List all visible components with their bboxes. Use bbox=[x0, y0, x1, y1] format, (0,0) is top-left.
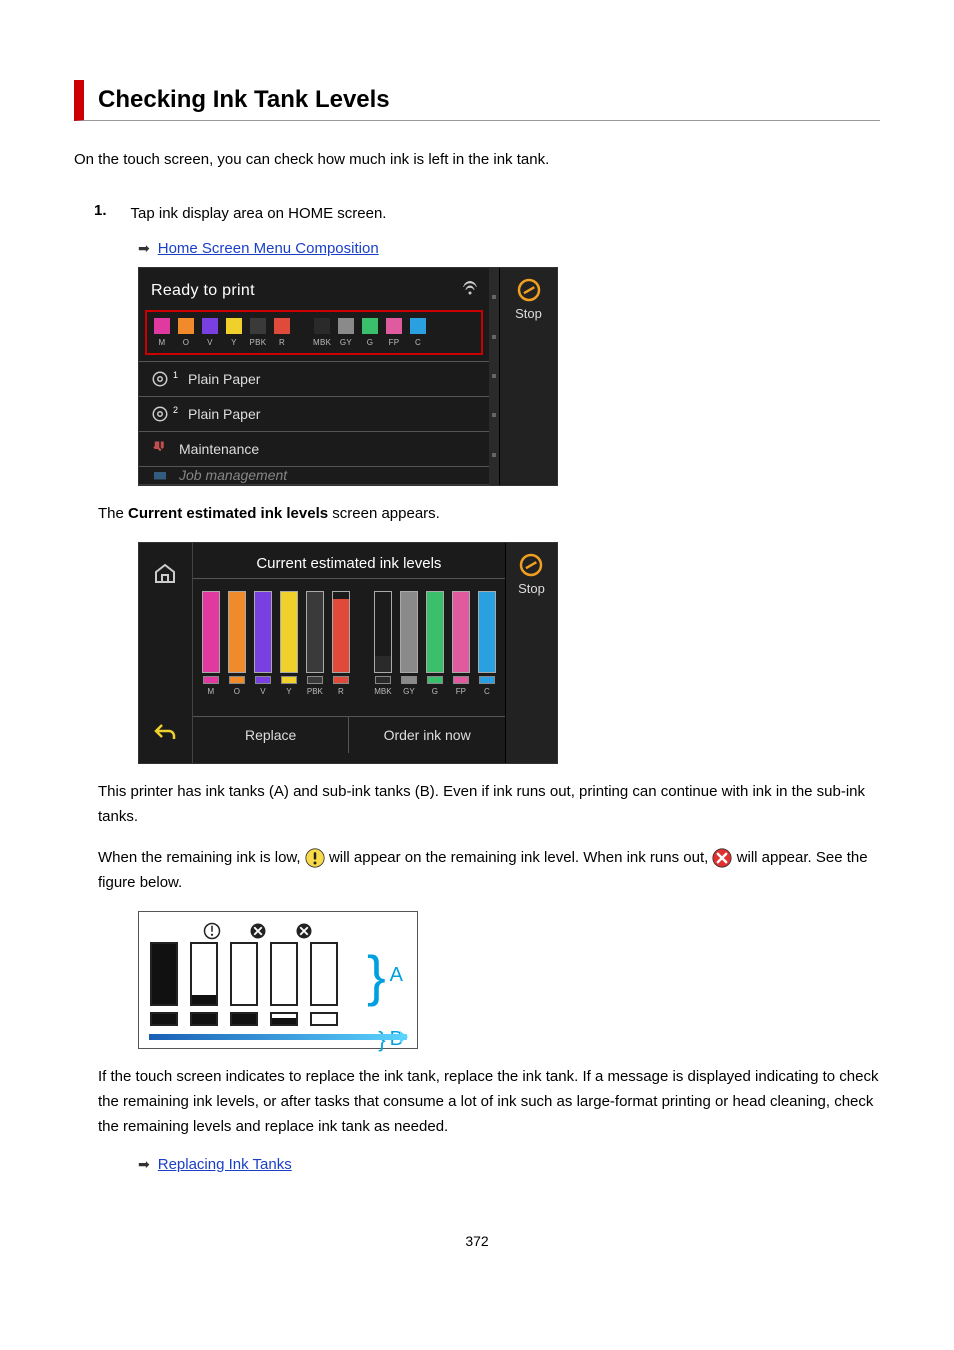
back-icon[interactable] bbox=[153, 721, 177, 745]
arrow-right-icon: ➡ bbox=[138, 240, 150, 257]
ink-tank: V bbox=[253, 591, 273, 696]
step-number: 1. bbox=[94, 202, 107, 219]
ink-tank: GY bbox=[399, 591, 419, 696]
gradient-bar bbox=[149, 1034, 407, 1040]
intro-text: On the touch screen, you can check how m… bbox=[74, 149, 880, 172]
home-icon[interactable] bbox=[153, 561, 177, 585]
home-screen-screenshot: Ready to print MOVY PBK R MBK GYGFPC 1Plain… bbox=[138, 267, 558, 486]
page-number: 372 bbox=[74, 1233, 880, 1249]
menu-label: Plain Paper bbox=[188, 406, 260, 422]
warning-icon bbox=[305, 848, 325, 868]
wifi-icon bbox=[461, 278, 479, 296]
diagram-column bbox=[229, 942, 259, 1026]
ink-chip: MBK bbox=[313, 318, 331, 347]
ink-chip: Y bbox=[225, 318, 243, 347]
para-tanks-ab: This printer has ink tanks (A) and sub-i… bbox=[98, 780, 880, 830]
x-icon bbox=[295, 922, 313, 940]
scroll-indicator bbox=[489, 268, 499, 485]
ink-tank: R bbox=[331, 591, 351, 696]
ink-chip: V bbox=[201, 318, 219, 347]
ink-display-area[interactable]: MOVY PBK R MBK GYGFPC bbox=[145, 310, 483, 355]
para-icons: When the remaining ink is low, will appe… bbox=[98, 846, 880, 896]
ink-chip: G bbox=[361, 318, 379, 347]
closing-text: If the touch screen indicates to replace… bbox=[98, 1065, 880, 1139]
ink-tank: MBK bbox=[373, 591, 393, 696]
label-a: A bbox=[390, 964, 403, 987]
page-title: Checking Ink Tank Levels bbox=[98, 86, 880, 114]
diagram-column bbox=[189, 942, 219, 1026]
ink-chip: O bbox=[177, 318, 195, 347]
after-shot1-text: The Current estimated ink levels screen … bbox=[98, 502, 880, 527]
roll-icon bbox=[151, 370, 169, 388]
ink-tank: C bbox=[477, 591, 497, 696]
ink-tank: M bbox=[201, 591, 221, 696]
ink-chip: FP bbox=[385, 318, 403, 347]
stop-icon[interactable] bbox=[517, 278, 541, 302]
ink-chip: PBK bbox=[249, 318, 267, 347]
x-icon bbox=[249, 922, 267, 940]
diagram-column bbox=[269, 942, 299, 1026]
step-text: Tap ink display area on HOME screen. bbox=[131, 205, 387, 222]
ink-chip: GY bbox=[337, 318, 355, 347]
diagram-column bbox=[149, 942, 179, 1026]
status-text: Ready to print bbox=[139, 276, 489, 310]
stop-label: Stop bbox=[518, 581, 545, 596]
screen-title: Current estimated ink levels bbox=[193, 551, 505, 579]
ink-chip: M bbox=[153, 318, 171, 347]
arrow-right-icon: ➡ bbox=[138, 1156, 150, 1173]
order-ink-button[interactable]: Order ink now bbox=[349, 717, 505, 753]
ink-tank: O bbox=[227, 591, 247, 696]
replace-button[interactable]: Replace bbox=[193, 717, 350, 753]
ink-diagram: }A }B bbox=[138, 911, 418, 1049]
error-icon bbox=[712, 848, 732, 868]
link-home-screen-menu[interactable]: ➡ Home Screen Menu Composition bbox=[138, 240, 880, 257]
ink-chip: R bbox=[273, 318, 291, 347]
menu-label: Job management bbox=[179, 467, 287, 483]
link-label: Home Screen Menu Composition bbox=[158, 240, 379, 257]
ink-tank: FP bbox=[451, 591, 471, 696]
stop-icon[interactable] bbox=[519, 553, 543, 577]
info-icon bbox=[203, 922, 221, 940]
ink-chip: C bbox=[409, 318, 427, 347]
stop-label: Stop bbox=[515, 306, 542, 321]
menu-row[interactable]: 1Plain Paper bbox=[139, 362, 489, 397]
menu-row[interactable]: Job management bbox=[139, 467, 489, 485]
menu-row[interactable]: 2Plain Paper bbox=[139, 397, 489, 432]
ink-tank: PBK bbox=[305, 591, 325, 696]
diagram-column bbox=[309, 942, 339, 1026]
ink-levels-screenshot: Current estimated ink levels M O V Y PBK… bbox=[138, 542, 558, 764]
link-replacing-ink-tanks[interactable]: ➡ Replacing Ink Tanks bbox=[138, 1156, 880, 1173]
menu-label: Plain Paper bbox=[188, 371, 260, 387]
ink-tank: G bbox=[425, 591, 445, 696]
ink-tank: Y bbox=[279, 591, 299, 696]
roll-icon bbox=[151, 405, 169, 423]
menu-row[interactable]: Maintenance bbox=[139, 432, 489, 467]
job-icon bbox=[151, 467, 169, 485]
menu-label: Maintenance bbox=[179, 441, 259, 457]
link-label: Replacing Ink Tanks bbox=[158, 1156, 292, 1173]
maintenance-icon bbox=[151, 440, 169, 458]
